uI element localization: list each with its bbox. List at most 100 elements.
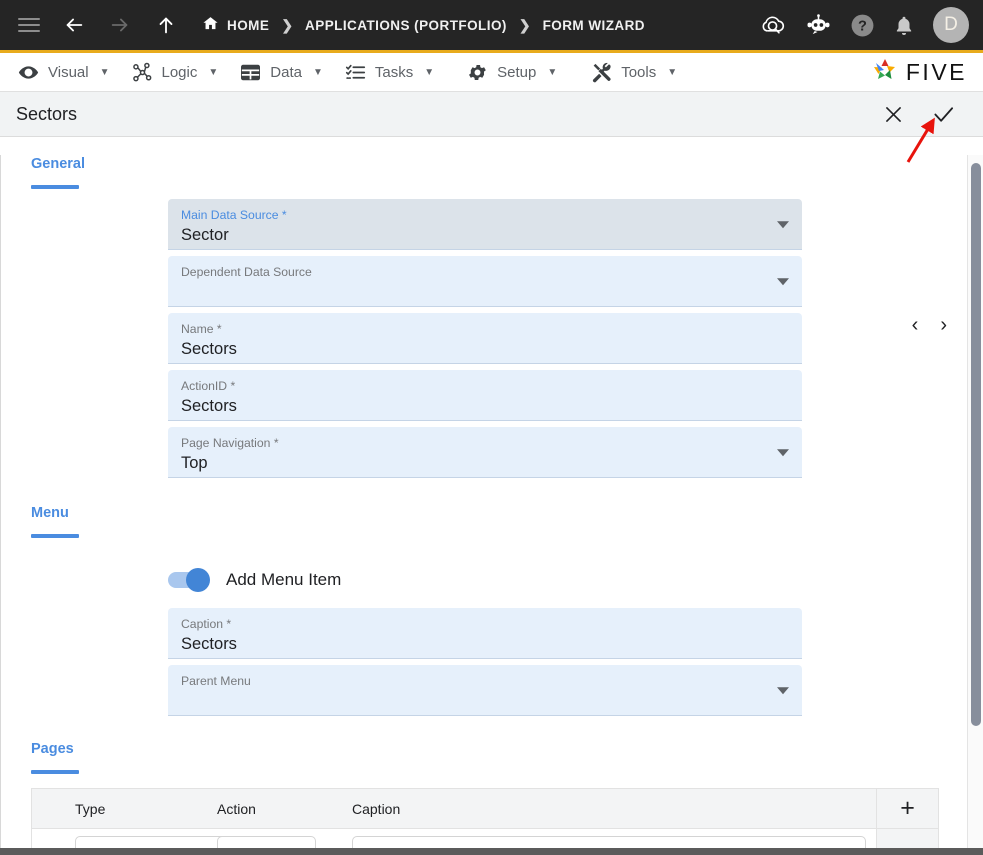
chevron-down-icon: ▼: [312, 66, 323, 78]
top-bar-actions: ? D: [760, 0, 969, 50]
menu-item-tasks-label: Tasks: [374, 63, 414, 81]
page-title: Sectors: [16, 103, 78, 124]
section-underline: [31, 534, 79, 538]
top-navigation-bar: HOME ❯ APPLICATIONS (PORTFOLIO) ❯ FORM W…: [0, 0, 983, 50]
breadcrumb-separator: ❯: [518, 16, 531, 33]
menu-item-logic[interactable]: Logic ▼: [132, 62, 219, 83]
caption-value: Sectors: [181, 635, 237, 653]
avatar-initial: D: [944, 14, 958, 35]
gear-icon: [467, 62, 488, 83]
section-menu-label: Menu: [31, 505, 69, 521]
page-navigation-arrows: ‹ ›: [912, 315, 947, 335]
caption-field[interactable]: Caption * Sectors: [168, 608, 802, 659]
action-id-field[interactable]: ActionID * Sectors: [168, 370, 802, 421]
vertical-scrollbar-thumb[interactable]: [971, 163, 981, 726]
menu-item-data-label: Data: [270, 63, 302, 81]
horizontal-scrollbar-thumb[interactable]: [0, 848, 900, 855]
form-scroll-area: General ‹ › Main Data Source * Sector De…: [0, 155, 983, 855]
page-navigation-value: Top: [181, 454, 208, 472]
action-id-value: Sectors: [181, 397, 237, 415]
breadcrumb-home-label: HOME: [227, 17, 270, 33]
chevron-down-icon: ▼: [99, 66, 110, 78]
section-underline: [31, 770, 79, 774]
caption-label: Caption *: [181, 617, 232, 631]
section-general-label: General: [31, 156, 85, 172]
main-data-source-field[interactable]: Main Data Source * Sector: [168, 199, 802, 250]
menu-item-tools[interactable]: Tools ▼: [591, 62, 677, 83]
plus-icon: +: [900, 794, 915, 822]
main-data-source-label: Main Data Source *: [181, 208, 287, 222]
name-field[interactable]: Name * Sectors: [168, 313, 802, 364]
arrow-left-icon[interactable]: [62, 12, 86, 38]
section-header-pages: Pages: [1, 740, 983, 774]
menu-item-visual[interactable]: Visual ▼: [18, 62, 110, 83]
parent-menu-label: Parent Menu: [181, 674, 251, 688]
dropdown-caret-icon[interactable]: [777, 449, 789, 457]
chevron-down-icon: ▼: [208, 66, 219, 78]
parent-menu-field[interactable]: Parent Menu: [168, 665, 802, 716]
dependent-data-source-field[interactable]: Dependent Data Source: [168, 256, 802, 307]
cloud-search-icon[interactable]: [760, 12, 787, 38]
add-row-button[interactable]: +: [876, 788, 938, 829]
menu-item-tasks[interactable]: Tasks ▼: [345, 62, 434, 83]
chevron-down-icon: ▼: [424, 66, 435, 78]
five-logo[interactable]: FIVE: [870, 53, 967, 92]
column-header-type: Type: [75, 800, 106, 817]
column-header-caption: Caption: [352, 800, 401, 817]
section-pages-label: Pages: [31, 741, 74, 757]
close-x-icon[interactable]: [881, 103, 905, 127]
notifications-bell-icon[interactable]: [893, 14, 915, 37]
five-logo-text: FIVE: [905, 59, 967, 85]
previous-page-icon[interactable]: ‹: [912, 315, 919, 335]
dialog-title-bar: Sectors: [0, 92, 983, 137]
svg-text:?: ?: [858, 18, 867, 34]
menu-fields: Caption * Sectors Parent Menu: [1, 608, 983, 716]
arrow-right-icon[interactable]: [108, 12, 132, 38]
dropdown-caret-icon[interactable]: [777, 221, 789, 229]
breadcrumb-separator: ❯: [281, 16, 294, 33]
tools-icon: [591, 62, 612, 83]
breadcrumb-home[interactable]: HOME: [202, 15, 269, 35]
user-avatar[interactable]: D: [933, 7, 969, 43]
arrow-up-icon[interactable]: [154, 12, 178, 38]
action-id-label: ActionID *: [181, 379, 236, 393]
hamburger-menu-icon[interactable]: [18, 18, 40, 32]
toggle-knob: [186, 568, 210, 592]
menu-item-data[interactable]: Data ▼: [240, 62, 323, 83]
pages-table: Type Action Caption + Form: [31, 788, 939, 855]
menu-item-visual-label: Visual: [48, 63, 89, 81]
add-menu-item-row: Add Menu Item: [1, 568, 983, 592]
chevron-down-icon: ▼: [667, 66, 678, 78]
dropdown-caret-icon[interactable]: [777, 687, 789, 695]
breadcrumb-form-wizard[interactable]: FORM WIZARD: [543, 18, 645, 33]
dependent-data-source-label: Dependent Data Source: [181, 265, 312, 279]
nodes-icon: [132, 62, 153, 83]
five-star-icon: [870, 56, 900, 90]
help-icon[interactable]: ?: [850, 13, 875, 38]
horizontal-scrollbar[interactable]: [0, 848, 983, 855]
table-icon: [240, 62, 261, 83]
vertical-scrollbar[interactable]: [967, 155, 983, 855]
breadcrumb-applications[interactable]: APPLICATIONS (PORTFOLIO): [305, 18, 507, 33]
page-navigation-field[interactable]: Page Navigation * Top: [168, 427, 802, 478]
menu-item-setup-label: Setup: [497, 63, 537, 81]
chatbot-icon[interactable]: [805, 14, 832, 36]
next-page-icon[interactable]: ›: [940, 315, 947, 335]
add-menu-item-label: Add Menu Item: [226, 570, 342, 589]
home-icon: [202, 15, 219, 35]
menu-item-logic-label: Logic: [161, 63, 198, 81]
name-value: Sectors: [181, 340, 237, 358]
confirm-checkmark-button[interactable]: [931, 103, 955, 127]
main-data-source-value: Sector: [181, 226, 229, 244]
general-fields: Main Data Source * Sector Dependent Data…: [1, 199, 983, 478]
menu-item-setup[interactable]: Setup ▼: [467, 62, 557, 83]
add-menu-item-toggle[interactable]: [168, 568, 210, 592]
chevron-down-icon: ▼: [547, 66, 558, 78]
name-label: Name *: [181, 322, 222, 336]
checklist-icon: [345, 62, 366, 83]
menu-item-tools-label: Tools: [621, 63, 657, 81]
section-header-menu: Menu: [1, 504, 983, 538]
page-navigation-label: Page Navigation *: [181, 436, 279, 450]
dropdown-caret-icon[interactable]: [777, 278, 789, 286]
dialog-actions: [881, 92, 955, 137]
